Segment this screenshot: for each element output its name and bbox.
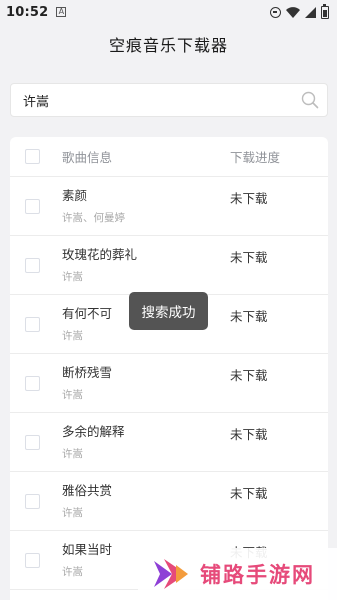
status-time: 10:52 — [6, 4, 49, 20]
table-row[interactable]: 多余的解释 许嵩 未下载 — [10, 413, 328, 472]
table-row[interactable]: 雅俗共赏 许嵩 未下载 — [10, 472, 328, 531]
a-notification-icon: A — [56, 7, 67, 17]
watermark-logo-icon — [154, 559, 188, 589]
download-status: 未下载 — [230, 191, 268, 206]
battery-icon — [321, 3, 329, 19]
header-download-progress: 下载进度 — [230, 150, 281, 165]
download-status: 未下载 — [230, 309, 268, 324]
do-not-disturb-icon — [270, 6, 281, 18]
select-all-checkbox[interactable] — [25, 149, 40, 164]
search-box[interactable] — [10, 83, 328, 117]
download-status: 未下载 — [230, 486, 268, 501]
table-row[interactable]: 玫瑰花的葬礼 许嵩 未下载 — [10, 236, 328, 295]
song-artist: 许嵩 — [62, 507, 83, 519]
song-table: 歌曲信息 下载进度 素颜 许嵩、何曼婷 未下载 玫瑰花的葬礼 许嵩 未下载 有何… — [10, 137, 328, 600]
watermark: 铺路手游网 — [138, 548, 337, 600]
wifi-icon — [286, 6, 300, 18]
song-artist: 许嵩 — [62, 448, 83, 460]
song-title: 雅俗共赏 — [62, 483, 113, 498]
status-bar: 10:52 A — [0, 0, 337, 24]
download-status: 未下载 — [230, 250, 268, 265]
table-row[interactable]: 断桥残雪 许嵩 未下载 — [10, 354, 328, 413]
song-artist: 许嵩 — [62, 389, 83, 401]
row-checkbox[interactable] — [25, 317, 40, 332]
row-checkbox[interactable] — [25, 376, 40, 391]
download-status: 未下载 — [230, 368, 268, 383]
app-title: 空痕音乐下载器 — [108, 36, 228, 55]
row-checkbox[interactable] — [25, 494, 40, 509]
header-song-info: 歌曲信息 — [62, 150, 113, 165]
table-row[interactable]: 素颜 许嵩、何曼婷 未下载 — [10, 177, 328, 236]
song-artist: 许嵩 — [62, 271, 83, 283]
song-title: 多余的解释 — [62, 424, 125, 439]
status-icons — [270, 3, 329, 19]
signal-icon — [305, 6, 316, 18]
row-checkbox[interactable] — [25, 553, 40, 568]
toast-message: 搜索成功 — [129, 292, 208, 330]
search-input[interactable] — [23, 92, 301, 108]
song-title: 玫瑰花的葬礼 — [62, 247, 138, 262]
song-title: 断桥残雪 — [62, 365, 113, 380]
table-header: 歌曲信息 下载进度 — [10, 137, 328, 177]
row-checkbox[interactable] — [25, 199, 40, 214]
search-icon[interactable] — [301, 91, 319, 109]
row-checkbox[interactable] — [25, 435, 40, 450]
song-artist: 许嵩 — [62, 330, 83, 342]
song-artist: 许嵩、何曼婷 — [62, 212, 125, 224]
download-status: 未下载 — [230, 427, 268, 442]
song-title: 素颜 — [62, 188, 88, 203]
row-checkbox[interactable] — [25, 258, 40, 273]
watermark-text: 铺路手游网 — [200, 563, 315, 587]
